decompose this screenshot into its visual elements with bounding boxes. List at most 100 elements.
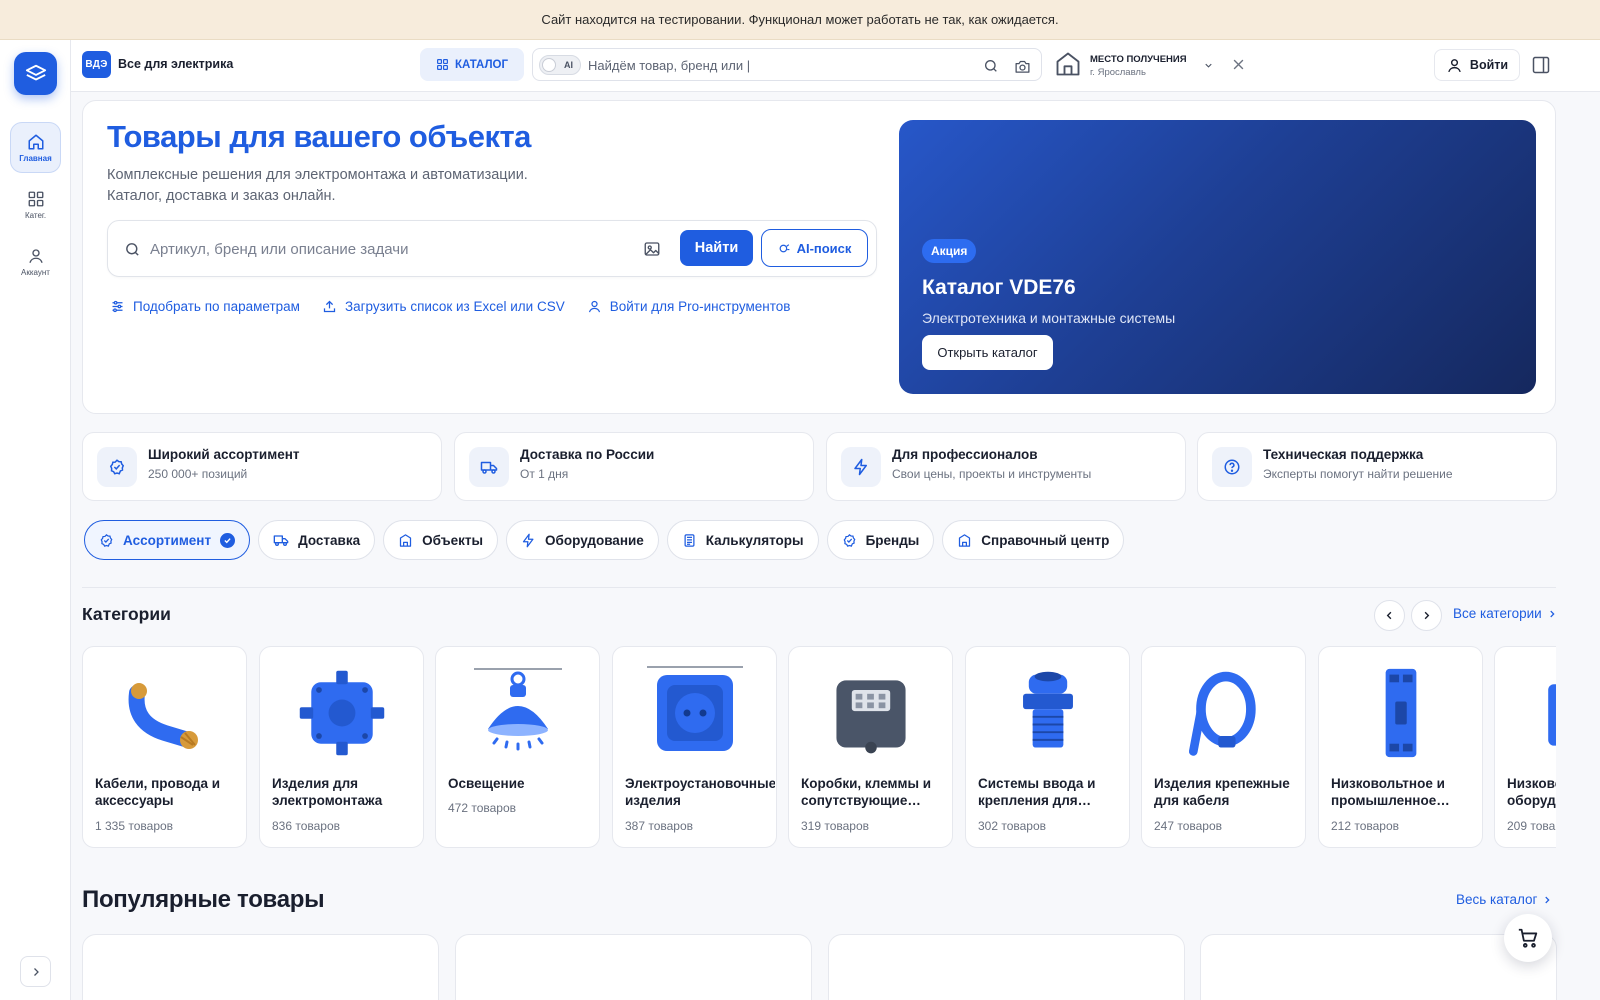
ai-toggle[interactable]: AI [539, 55, 581, 75]
expand-sidebar-button[interactable] [20, 956, 51, 987]
app-logo-button[interactable] [14, 52, 57, 95]
junction-box-icon [286, 659, 398, 767]
catalog-button-label: КАТАЛОГ [454, 58, 509, 71]
cart-icon [1518, 928, 1538, 948]
category-card[interactable]: Изделия крепежные для кабеля 247 товаров [1141, 646, 1306, 848]
chip-label: Объекты [422, 532, 484, 548]
hero-search-box: Найти AI-поиск [107, 220, 877, 277]
test-banner-text: Сайт находится на тестировании. Функцион… [541, 12, 1059, 27]
rail-item-label: Катег. [24, 210, 47, 220]
brand-logo[interactable]: ВДЭ [82, 51, 111, 78]
login-button[interactable]: Войти [1434, 49, 1520, 81]
category-card[interactable]: Низковольтное и промышленное… 212 товаро… [1318, 646, 1483, 848]
open-catalog-button[interactable]: Открыть каталог [922, 335, 1053, 370]
category-card[interactable]: Освещение 472 товаров [435, 646, 600, 848]
ai-search-label: AI-поиск [796, 240, 852, 256]
hero-link-label: Подобрать по параметрам [133, 299, 300, 314]
category-card[interactable]: Коробки, клеммы и сопутствующие… 319 тов… [788, 646, 953, 848]
chevron-right-icon [1545, 896, 1551, 903]
search-icon [126, 243, 139, 256]
hero-link-label: Загрузить список из Excel или CSV [344, 299, 565, 314]
feature-subtitle: Свои цены, проекты и инструменты [892, 467, 1092, 481]
category-card[interactable]: Кабели, провода и аксессуары 1 335 товар… [82, 646, 247, 848]
search-icon[interactable] [982, 57, 1000, 75]
breaker-icon [1345, 659, 1457, 767]
cart-button[interactable] [1504, 914, 1552, 962]
product-card[interactable] [455, 934, 812, 1000]
category-count: 302 товаров [978, 819, 1047, 833]
hero-title: Товары для вашего объекта [107, 119, 531, 154]
chevron-left-icon [1386, 611, 1392, 620]
chevron-down-icon [1205, 63, 1212, 68]
chevron-right-icon [1550, 610, 1555, 617]
category-name: Системы ввода и крепления для… [978, 776, 1096, 808]
rail-item-account[interactable]: Аккаунт [10, 236, 61, 287]
hero-section: Товары для вашего объекта Комплексные ре… [82, 100, 1556, 414]
product-card[interactable] [82, 934, 439, 1000]
truck-icon [273, 535, 289, 546]
upload-list-link[interactable]: Загрузить список из Excel или CSV [322, 299, 565, 314]
category-name: Низковольтное и промышленное… [1331, 776, 1450, 808]
grid-icon [28, 191, 43, 206]
home-icon [28, 134, 43, 149]
section-chips: Ассортимент Доставка Объекты Оборудовани… [84, 520, 1125, 560]
category-count: 247 товаров [1154, 819, 1223, 833]
all-categories-link[interactable]: Все категории [1453, 606, 1557, 621]
feature-title: Для профессионалов [892, 447, 1038, 462]
categories-next-button[interactable] [1411, 600, 1442, 631]
hero-subtitle-line: Комплексные решения для электромонтажа и… [107, 167, 528, 183]
feature-subtitle: От 1 дня [520, 467, 569, 481]
chip-label: Оборудование [545, 532, 644, 548]
brand-name[interactable]: Все для электрика [118, 57, 233, 71]
category-count: 209 товаров [1507, 819, 1556, 833]
store-icon [1056, 52, 1080, 76]
login-label: Войти [1469, 58, 1509, 72]
full-catalog-link[interactable]: Весь каталог [1456, 892, 1552, 907]
hero-search-input[interactable] [150, 239, 620, 259]
chip-label: Бренды [865, 532, 920, 548]
catalog-button[interactable]: КАТАЛОГ [420, 48, 524, 81]
category-name: Кабели, провода и аксессуары [95, 776, 221, 808]
chip-calculators[interactable]: Калькуляторы [666, 520, 819, 560]
ai-toggle-knob [542, 58, 556, 72]
chip-equipment[interactable]: Оборудование [506, 520, 659, 560]
category-card[interactable]: Электроустановочные изделия 387 товаров [612, 646, 777, 848]
top-bar: ВДЭ Все для электрика КАТАЛОГ AI МЕСТО П… [71, 40, 1600, 92]
category-count: 319 товаров [801, 819, 870, 833]
terminal-box-icon [815, 659, 927, 767]
promo-banner[interactable]: Акция Каталог VDE76 Электротехника и мон… [899, 120, 1536, 394]
camera-icon[interactable] [1013, 57, 1031, 75]
ai-search-button[interactable]: AI-поиск [761, 229, 868, 267]
categories-prev-button[interactable] [1374, 600, 1405, 631]
category-card[interactable]: Системы ввода и крепления для… 302 товар… [965, 646, 1130, 848]
rail-item-home[interactable]: Главная [10, 122, 61, 173]
equipment-icon [1521, 659, 1556, 767]
hero-quick-links: Подобрать по параметрам Загрузить список… [110, 299, 790, 314]
chip-brands[interactable]: Бренды [826, 520, 935, 560]
chip-help-center[interactable]: Справочный центр [942, 520, 1125, 560]
panel-toggle-icon[interactable] [1531, 55, 1551, 75]
filter-by-params-link[interactable]: Подобрать по параметрам [110, 299, 300, 314]
category-card[interactable]: Низковольтное оборудование 209 товаров [1494, 646, 1556, 848]
pro-login-link[interactable]: Войти для Pro-инструментов [587, 299, 790, 314]
product-card[interactable] [1200, 934, 1557, 1000]
chip-objects[interactable]: Объекты [383, 520, 499, 560]
feature-title: Широкий ассортимент [148, 447, 300, 462]
upload-icon [323, 300, 336, 313]
product-card[interactable] [828, 934, 1185, 1000]
image-search-icon[interactable] [643, 240, 661, 258]
pickup-location-selector[interactable]: МЕСТО ПОЛУЧЕНИЯ г. Ярославль [1054, 49, 1254, 81]
find-button[interactable]: Найти [680, 230, 753, 266]
rail-item-label: Аккаунт [21, 267, 50, 277]
category-card[interactable]: Изделия для электромонтажа 836 товаров [259, 646, 424, 848]
chip-delivery[interactable]: Доставка [258, 520, 376, 560]
categories-title: Категории [82, 604, 171, 624]
truck-icon [469, 447, 509, 487]
chip-assortment[interactable]: Ассортимент [84, 520, 251, 560]
user-icon [588, 300, 600, 313]
close-icon[interactable] [1231, 57, 1246, 72]
header-search-input[interactable] [588, 55, 968, 75]
promo-badge: Акция [922, 239, 977, 263]
rail-item-categories[interactable]: Катег. [10, 179, 61, 230]
category-name: Изделия для электромонтажа [272, 776, 383, 808]
